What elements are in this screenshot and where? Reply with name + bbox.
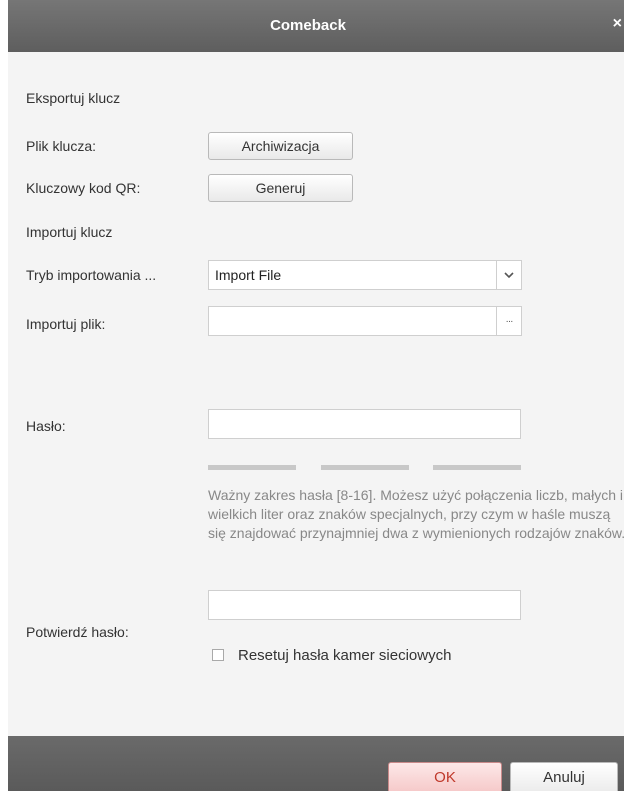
reset-camera-passwords-label[interactable]: Resetuj hasła kamer sieciowych [238, 647, 451, 664]
comeback-dialog: Comeback × Eksportuj klucz Plik klucza: … [8, 0, 624, 791]
import-mode-label: Tryb importowania ... [26, 267, 157, 283]
password-hint: Ważny zakres hasła [8-16]. Możesz użyć p… [208, 487, 624, 541]
password-input[interactable] [208, 409, 521, 439]
ok-button[interactable]: OK [388, 762, 502, 791]
import-file-input[interactable]: ··· [208, 306, 522, 336]
archive-button[interactable]: Archiwizacja [208, 132, 353, 160]
ellipsis-icon[interactable]: ··· [496, 307, 521, 335]
dialog-footer: OK Anuluj [8, 736, 624, 791]
password-strength-strong [433, 465, 521, 470]
qr-code-label: Kluczowy kod QR: [26, 180, 141, 196]
cancel-button[interactable]: Anuluj [510, 762, 618, 791]
generate-qr-button[interactable]: Generuj [208, 174, 353, 202]
checkbox-icon[interactable] [212, 649, 224, 661]
confirm-password-input[interactable] [208, 590, 521, 620]
left-margin [0, 0, 8, 791]
password-strength-medium [321, 465, 409, 470]
password-strength-weak [208, 465, 296, 470]
browse-glyph: ··· [505, 315, 514, 327]
key-file-label: Plik klucza: [26, 138, 97, 154]
dialog-title: Comeback [270, 17, 346, 34]
password-label: Hasło: [26, 418, 66, 434]
close-icon[interactable]: × [613, 15, 622, 33]
chevron-down-icon[interactable] [496, 261, 521, 289]
confirm-password-label: Potwierdź hasło: [26, 624, 129, 640]
export-key-heading: Eksportuj klucz [26, 90, 121, 106]
import-mode-select[interactable]: Import File [208, 260, 522, 290]
title-bar: Comeback × [8, 0, 624, 52]
import-mode-value: Import File [215, 267, 282, 283]
import-file-label: Importuj plik: [26, 316, 106, 332]
import-key-heading: Importuj klucz [26, 224, 113, 240]
